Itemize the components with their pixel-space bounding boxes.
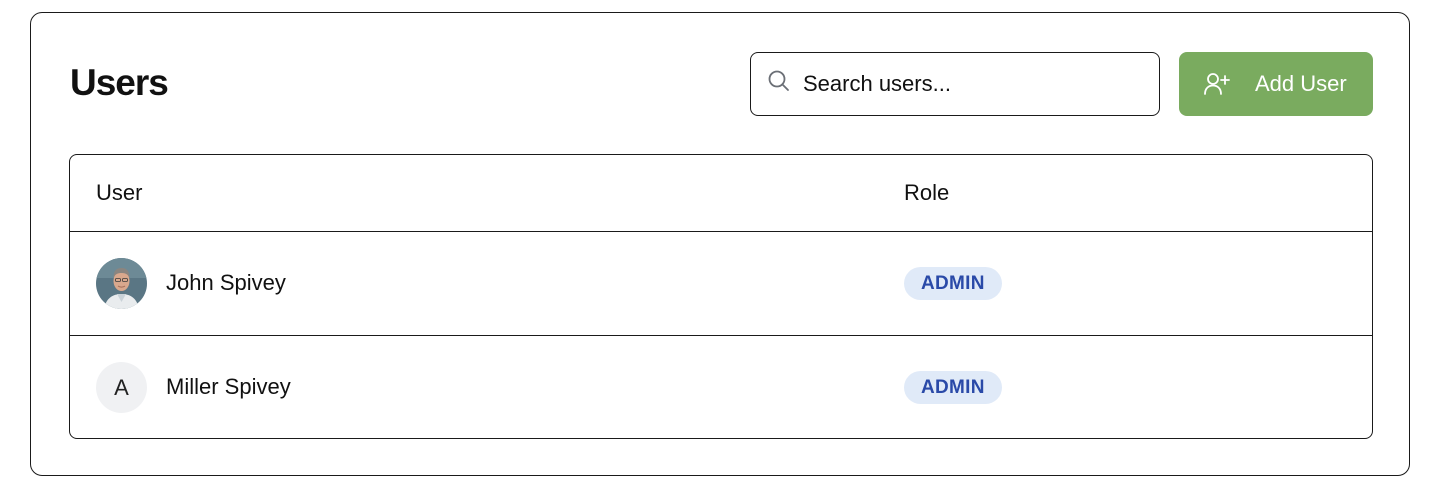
avatar — [96, 258, 147, 309]
table-row[interactable]: John Spivey ADMIN — [70, 232, 1372, 336]
avatar: A — [96, 362, 147, 413]
users-card: Users Add User User Role — [30, 12, 1410, 476]
add-user-label: Add User — [1255, 71, 1347, 96]
role-badge: ADMIN — [904, 267, 1002, 300]
column-header-user: User — [96, 180, 143, 205]
column-header-role: Role — [904, 180, 950, 205]
search-input[interactable] — [803, 65, 1143, 103]
search-box[interactable] — [750, 52, 1160, 116]
table-row[interactable]: A Miller Spivey ADMIN — [70, 336, 1372, 438]
page-title: Users — [70, 62, 169, 103]
user-name: Miller Spivey — [166, 374, 291, 399]
search-icon — [767, 69, 791, 93]
table-header: User Role — [70, 155, 1372, 232]
user-name: John Spivey — [166, 270, 286, 295]
role-badge: ADMIN — [904, 371, 1002, 404]
user-plus-icon — [1203, 71, 1231, 97]
users-table: User Role John Spivey ADMIN A Miller Spi… — [69, 154, 1373, 439]
add-user-button[interactable]: Add User — [1179, 52, 1373, 116]
avatar-initial: A — [114, 374, 129, 400]
